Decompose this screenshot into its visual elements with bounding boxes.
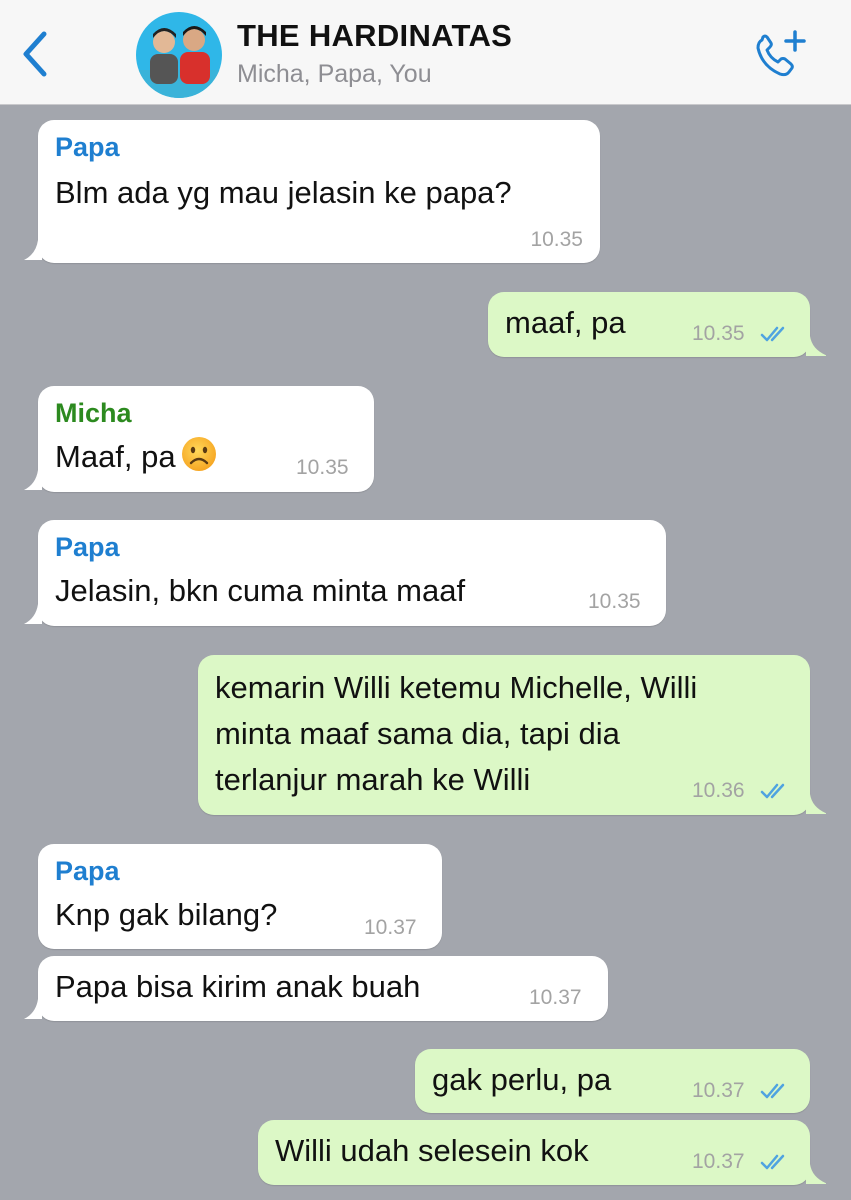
bubble-tail (806, 1164, 826, 1184)
message-bubble-incoming[interactable]: Papa Jelasin, bkn cuma minta maaf 10.35 (38, 520, 666, 626)
sender-name: Papa (55, 532, 120, 562)
message-text-content: Maaf, pa (55, 439, 176, 474)
message-time: 10.37 (529, 986, 582, 1009)
bubble-tail (24, 240, 42, 260)
message-time: 10.37 (692, 1150, 745, 1173)
message-text: Knp gak bilang? (55, 897, 278, 932)
message-text: Maaf, pa (55, 434, 218, 480)
chat-header: THE HARDINATAS Micha, Papa, You (0, 0, 851, 105)
sender-name: Papa (55, 132, 120, 162)
message-text: Jelasin, bkn cuma minta maaf (55, 573, 466, 608)
message-time: 10.37 (692, 1079, 745, 1102)
message-bubble-outgoing[interactable]: Willi udah selesein kok 10.37 (258, 1120, 810, 1185)
bubble-tail (806, 794, 826, 814)
bubble-tail (24, 999, 42, 1019)
bubble-tail (24, 604, 42, 624)
message-text-line: terlanjur marah ke Willi (215, 762, 531, 797)
sender-name: Papa (55, 856, 120, 886)
double-check-icon (760, 783, 785, 799)
double-check-icon (760, 1083, 785, 1099)
message-time: 10.37 (364, 916, 417, 939)
message-time: 10.35 (692, 322, 745, 345)
chat-members[interactable]: Micha, Papa, You (237, 60, 432, 89)
bubble-tail (24, 470, 42, 490)
group-avatar[interactable] (136, 12, 222, 98)
message-text: Willi udah selesein kok (275, 1133, 589, 1168)
message-bubble-outgoing[interactable]: maaf, pa 10.35 (488, 292, 810, 357)
message-bubble-incoming[interactable]: Micha Maaf, pa 10.35 (38, 386, 374, 492)
message-bubble-outgoing[interactable]: gak perlu, pa 10.37 (415, 1049, 810, 1113)
message-text-line: minta maaf sama dia, tapi dia (215, 716, 620, 751)
message-bubble-incoming[interactable]: Papa bisa kirim anak buah 10.37 (38, 956, 608, 1021)
message-text: Papa bisa kirim anak buah (55, 969, 421, 1004)
message-text-line: kemarin Willi ketemu Michelle, Willi (215, 670, 698, 705)
message-time: 10.35 (588, 590, 641, 613)
message-time: 10.35 (530, 228, 583, 251)
frowning-face-emoji (181, 437, 216, 471)
chat-title[interactable]: THE HARDINATAS (237, 18, 512, 54)
phone-add-icon[interactable] (752, 28, 808, 80)
bubble-tail (806, 336, 826, 356)
message-bubble-outgoing[interactable]: kemarin Willi ketemu Michelle, Willi min… (198, 655, 810, 815)
double-check-icon (760, 326, 785, 342)
sender-name: Micha (55, 398, 132, 428)
double-check-icon (760, 1154, 785, 1170)
message-text: gak perlu, pa (432, 1062, 612, 1097)
message-time: 10.36 (692, 779, 745, 802)
message-bubble-incoming[interactable]: Papa Blm ada yg mau jelasin ke papa? 10.… (38, 120, 600, 263)
chevron-left-icon[interactable] (18, 28, 52, 80)
message-text: Blm ada yg mau jelasin ke papa? (55, 175, 512, 210)
message-time: 10.35 (296, 456, 349, 479)
message-bubble-incoming[interactable]: Papa Knp gak bilang? 10.37 (38, 844, 442, 949)
message-text: maaf, pa (505, 305, 626, 340)
